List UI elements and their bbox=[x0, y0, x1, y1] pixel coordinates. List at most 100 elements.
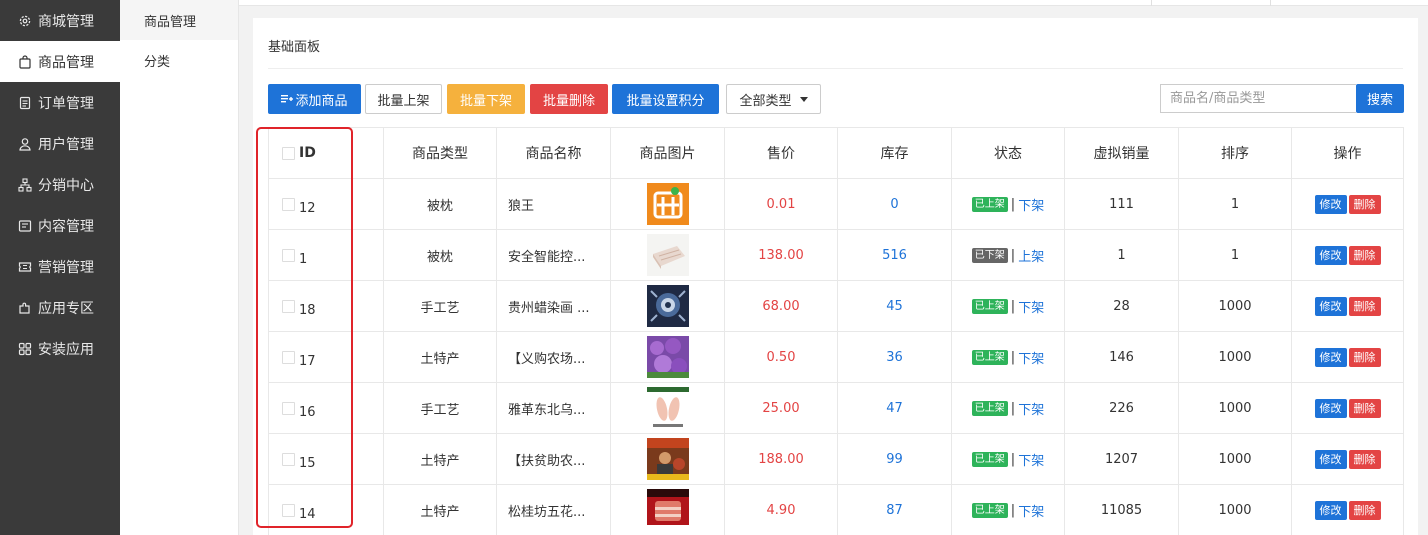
sidebar-item-4[interactable]: 分销中心 bbox=[0, 164, 120, 205]
cell-stock: 87 bbox=[837, 484, 952, 535]
select-all-checkbox[interactable] bbox=[282, 146, 295, 160]
sidebar-item-5[interactable]: 内容管理 bbox=[0, 205, 120, 246]
cell-type: 被枕 bbox=[383, 178, 497, 230]
sidebar-item-6[interactable]: 营销管理 bbox=[0, 246, 120, 287]
row-checkbox[interactable] bbox=[282, 452, 295, 466]
toggle-shelf-link[interactable]: 下架 bbox=[1018, 403, 1044, 418]
delete-button[interactable]: 删除 bbox=[1348, 245, 1381, 265]
cell-sort: 1000 bbox=[1178, 484, 1292, 535]
product-thumbnail[interactable] bbox=[646, 234, 689, 276]
edit-button[interactable]: 修改 bbox=[1314, 500, 1347, 520]
batch-delete-button[interactable]: 批量删除 bbox=[530, 84, 608, 114]
cell-actions: 修改 删除 bbox=[1291, 331, 1404, 383]
row-id: 15 bbox=[299, 455, 316, 471]
row-checkbox[interactable] bbox=[282, 299, 295, 313]
cell-price: 188.00 bbox=[724, 433, 838, 485]
cell-image bbox=[610, 178, 725, 230]
cell-virtual-sales: 146 bbox=[1064, 331, 1179, 383]
cell-sort: 1 bbox=[1178, 178, 1292, 230]
row-checkbox[interactable] bbox=[282, 503, 295, 517]
cell-virtual-sales: 28 bbox=[1064, 280, 1179, 332]
type-filter-select[interactable]: 全部类型 bbox=[726, 84, 821, 114]
row-id: 17 bbox=[299, 353, 316, 369]
cell-virtual-sales: 1207 bbox=[1064, 433, 1179, 485]
sidebar-item-0[interactable]: 商城管理 bbox=[0, 0, 120, 41]
delete-button[interactable]: 删除 bbox=[1348, 398, 1381, 418]
cell-virtual-sales: 226 bbox=[1064, 382, 1179, 434]
cell-stock: 516 bbox=[837, 229, 952, 281]
edit-button[interactable]: 修改 bbox=[1314, 347, 1347, 367]
edit-button[interactable]: 修改 bbox=[1314, 194, 1347, 214]
table-row: 14 土特产 松桂坊五花... 4.90 87 已上架 | 下架 11085 1000 修改 删除 bbox=[268, 484, 1404, 535]
search-button[interactable]: 搜索 bbox=[1356, 84, 1404, 113]
edit-button[interactable]: 修改 bbox=[1314, 245, 1347, 265]
cell-sort: 1 bbox=[1178, 229, 1292, 281]
batch-set-points-button[interactable]: 批量设置积分 bbox=[612, 84, 719, 114]
cell-virtual-sales: 11085 bbox=[1064, 484, 1179, 535]
table-row: 15 土特产 【扶贫助农... 188.00 99 已上架 | 下架 1207 1000 修改 删除 bbox=[268, 433, 1404, 485]
product-thumbnail[interactable] bbox=[646, 183, 689, 225]
product-thumbnail[interactable] bbox=[646, 489, 689, 531]
product-thumbnail[interactable] bbox=[646, 438, 689, 480]
sidebar-item-8[interactable]: 安装应用 bbox=[0, 328, 120, 369]
toggle-shelf-link[interactable]: 下架 bbox=[1018, 454, 1044, 469]
cell-virtual-sales: 1 bbox=[1064, 229, 1179, 281]
status-badge: 已下架 bbox=[971, 247, 1008, 263]
cell-status: 已上架 | 下架 bbox=[951, 433, 1065, 485]
delete-button[interactable]: 删除 bbox=[1348, 347, 1381, 367]
edit-button[interactable]: 修改 bbox=[1314, 449, 1347, 469]
toggle-shelf-link[interactable]: 下架 bbox=[1018, 505, 1044, 520]
sidebar-item-1[interactable]: 商品管理 bbox=[0, 41, 120, 82]
sidebar-item-3[interactable]: 用户管理 bbox=[0, 123, 120, 164]
submenu-item-1[interactable]: 分类 bbox=[120, 40, 238, 80]
cell-price: 25.00 bbox=[724, 382, 838, 434]
edit-button[interactable]: 修改 bbox=[1314, 398, 1347, 418]
cell-stock: 99 bbox=[837, 433, 952, 485]
toggle-shelf-link[interactable]: 上架 bbox=[1018, 250, 1044, 265]
row-checkbox[interactable] bbox=[282, 248, 295, 262]
panel-divider bbox=[268, 68, 1403, 69]
toggle-shelf-link[interactable]: 下架 bbox=[1018, 301, 1044, 316]
product-thumbnail[interactable] bbox=[646, 285, 689, 327]
add-product-button[interactable]: 添加商品 bbox=[268, 84, 361, 114]
table-header-row: ID 商品类型 商品名称 商品图片 售价 库存 状态 虚拟销量 排序 操作 bbox=[268, 127, 1404, 179]
row-checkbox[interactable] bbox=[282, 350, 295, 364]
row-checkbox[interactable] bbox=[282, 197, 295, 211]
status-badge: 已上架 bbox=[971, 298, 1008, 314]
cell-price: 0.01 bbox=[724, 178, 838, 230]
cell-id: 18 bbox=[268, 280, 384, 332]
delete-button[interactable]: 删除 bbox=[1348, 296, 1381, 316]
delete-button[interactable]: 删除 bbox=[1348, 449, 1381, 469]
row-id: 14 bbox=[299, 506, 316, 522]
cell-actions: 修改 删除 bbox=[1291, 382, 1404, 434]
add-product-label: 添加商品 bbox=[295, 93, 348, 109]
cell-virtual-sales: 111 bbox=[1064, 178, 1179, 230]
product-thumbnail[interactable] bbox=[646, 336, 689, 378]
edit-button[interactable]: 修改 bbox=[1314, 296, 1347, 316]
row-checkbox[interactable] bbox=[282, 401, 295, 415]
delete-button[interactable]: 删除 bbox=[1348, 194, 1381, 214]
sidebar-item-label: 营销管理 bbox=[38, 259, 94, 276]
header-status: 状态 bbox=[951, 127, 1065, 179]
product-table: ID 商品类型 商品名称 商品图片 售价 库存 状态 虚拟销量 排序 操作 12… bbox=[268, 127, 1404, 535]
sidebar-item-2[interactable]: 订单管理 bbox=[0, 82, 120, 123]
delete-button[interactable]: 删除 bbox=[1348, 500, 1381, 520]
sidebar-item-label: 应用专区 bbox=[38, 300, 94, 317]
sidebar-item-7[interactable]: 应用专区 bbox=[0, 287, 120, 328]
toggle-shelf-link[interactable]: 下架 bbox=[1018, 352, 1044, 367]
row-id: 16 bbox=[299, 404, 316, 420]
cell-status: 已下架 | 上架 bbox=[951, 229, 1065, 281]
row-id: 18 bbox=[299, 302, 316, 318]
submenu-item-0[interactable]: 商品管理 bbox=[120, 0, 238, 40]
product-thumbnail[interactable] bbox=[646, 387, 689, 429]
toggle-shelf-link[interactable]: 下架 bbox=[1018, 199, 1044, 214]
row-id: 12 bbox=[299, 200, 316, 216]
batch-on-shelf-button[interactable]: 批量上架 bbox=[365, 84, 442, 114]
cell-type: 被枕 bbox=[383, 229, 497, 281]
submenu: 商品管理 分类 bbox=[120, 0, 239, 535]
cell-actions: 修改 删除 bbox=[1291, 484, 1404, 535]
header-stock: 库存 bbox=[837, 127, 952, 179]
batch-off-shelf-button[interactable]: 批量下架 bbox=[447, 84, 525, 114]
search-input[interactable] bbox=[1160, 84, 1356, 113]
status-badge: 已上架 bbox=[971, 400, 1008, 416]
